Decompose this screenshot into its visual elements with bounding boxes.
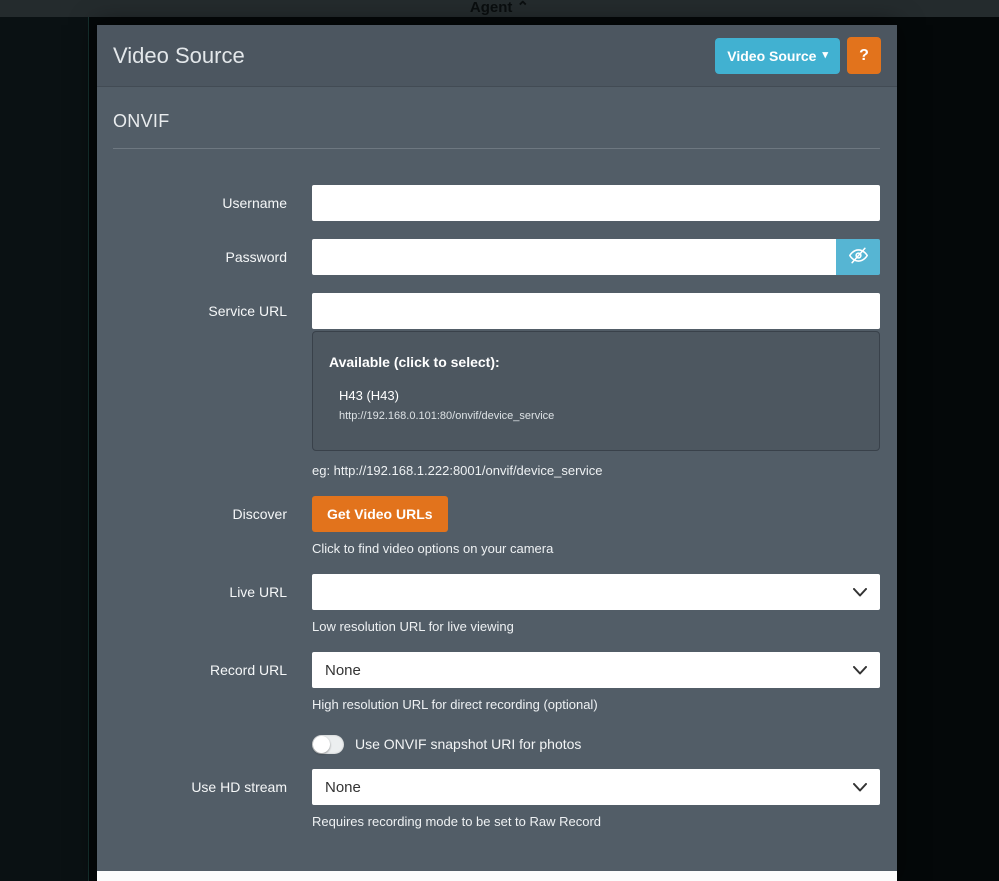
live-url-label: Live URL xyxy=(229,584,287,600)
record-url-select[interactable]: None xyxy=(312,652,880,688)
hd-stream-hint: Requires recording mode to be set to Raw… xyxy=(312,814,602,829)
record-url-hint: High resolution URL for direct recording… xyxy=(312,697,598,712)
available-devices-title: Available (click to select): xyxy=(329,354,500,370)
record-url-label: Record URL xyxy=(209,662,287,678)
agent-label: Agent xyxy=(469,0,513,16)
record-url-row: Record URL None High resolution URL for … xyxy=(113,652,880,712)
username-input[interactable] xyxy=(312,185,880,221)
service-url-hint: eg: http://192.168.1.222:8001/onvif/devi… xyxy=(312,463,603,478)
discover-hint: Click to find video options on your came… xyxy=(312,541,554,556)
toggle-knob xyxy=(313,735,330,753)
snapshot-toggle-label: Use ONVIF snapshot URI for photos xyxy=(355,736,582,752)
chevron-down-icon xyxy=(853,779,867,796)
device-url: http://192.168.0.101:80/onvif/device_ser… xyxy=(339,410,555,422)
hd-stream-label: Use HD stream xyxy=(191,779,287,795)
chevron-down-icon xyxy=(853,662,867,679)
service-url-label: Service URL xyxy=(208,303,287,319)
device-name[interactable]: H43 (H43) xyxy=(339,388,863,403)
eye-slash-icon xyxy=(848,246,868,268)
device-list-item[interactable]: H43 (H43) http://192.168.0.101:80/onvif/… xyxy=(339,388,863,422)
hd-stream-selected-value: None xyxy=(325,778,361,796)
service-url-row: Service URL Available (click to select):… xyxy=(113,293,880,478)
caret-down-icon: ▾ xyxy=(822,49,828,61)
username-row: Username xyxy=(113,185,880,221)
video-source-dropdown-label: Video Source xyxy=(727,47,817,64)
background-left-strip xyxy=(0,0,89,881)
live-url-selected-value xyxy=(325,585,853,600)
video-source-dropdown-button[interactable]: Video Source ▾ xyxy=(715,37,840,74)
password-input[interactable] xyxy=(312,239,836,275)
get-video-urls-button[interactable]: Get Video URLs xyxy=(312,496,448,532)
dialog-body: ONVIF Username Password Service URL Avai… xyxy=(97,87,897,871)
video-source-dialog: Video Source Video Source ▾ ? ONVIF User… xyxy=(97,25,897,881)
snapshot-toggle-row: Use ONVIF snapshot URI for photos xyxy=(113,730,880,755)
section-title-onvif: ONVIF xyxy=(113,111,170,131)
record-url-selected-value: None xyxy=(325,661,361,679)
hd-stream-row: Use HD stream None Requires recording mo… xyxy=(113,769,880,829)
agent-collapse-bar[interactable]: Agent ⌃ xyxy=(0,0,999,17)
password-label: Password xyxy=(225,249,287,265)
section-divider xyxy=(113,148,880,149)
header-buttons: Video Source ▾ ? xyxy=(715,37,881,74)
live-url-hint: Low resolution URL for live viewing xyxy=(312,619,514,634)
dialog-title: Video Source xyxy=(113,42,245,68)
username-label: Username xyxy=(222,195,287,211)
dialog-footer-strip xyxy=(97,871,897,881)
toggle-password-visibility-button[interactable] xyxy=(836,239,880,275)
password-row: Password xyxy=(113,239,880,275)
live-url-row: Live URL Low resolution URL for live vie… xyxy=(113,574,880,634)
service-url-input[interactable] xyxy=(312,293,880,329)
discover-label: Discover xyxy=(232,506,287,522)
chevron-down-icon xyxy=(853,584,867,601)
help-button[interactable]: ? xyxy=(847,37,881,74)
discover-row: Discover Get Video URLs Click to find vi… xyxy=(113,496,880,556)
dialog-header: Video Source Video Source ▾ ? xyxy=(97,25,897,87)
snapshot-uri-toggle[interactable] xyxy=(312,734,344,754)
available-devices-panel: Available (click to select): H43 (H43) h… xyxy=(312,331,880,451)
live-url-select[interactable] xyxy=(312,574,880,610)
chevron-up-icon: ⌃ xyxy=(516,0,530,16)
hd-stream-select[interactable]: None xyxy=(312,769,880,805)
